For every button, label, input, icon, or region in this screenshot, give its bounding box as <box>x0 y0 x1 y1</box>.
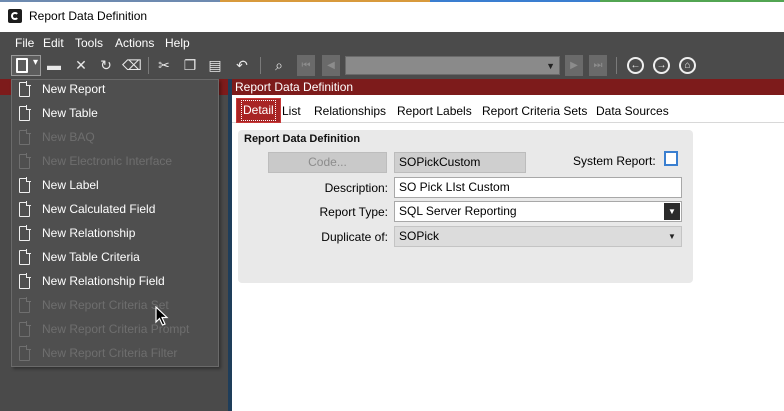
menu-item-new-report-criteria-filter: New Report Criteria Filter <box>12 342 218 366</box>
tab-report-criteria-sets[interactable]: Report Criteria Sets <box>482 104 587 118</box>
menu-item-new-report-criteria-set: New Report Criteria Set <box>12 294 218 318</box>
last-icon[interactable]: ⏭ <box>589 55 607 76</box>
chevron-down-icon[interactable]: ▼ <box>664 203 680 220</box>
report-type-select[interactable]: SQL Server Reporting ▼ <box>394 201 682 222</box>
menu-item-new-report-criteria-prompt: New Report Criteria Prompt <box>12 318 218 342</box>
new-icon <box>16 58 28 73</box>
toolbar-separator <box>260 57 261 74</box>
menu-item-new-calculated-field[interactable]: New Calculated Field <box>12 198 218 222</box>
copy-icon[interactable]: ❐ <box>181 56 199 75</box>
previous-icon[interactable]: ◀ <box>322 55 340 76</box>
tab-relationships[interactable]: Relationships <box>314 104 386 118</box>
tab-detail[interactable]: Detail <box>236 98 281 123</box>
home-icon[interactable]: ⌂ <box>679 57 696 74</box>
system-report-checkbox[interactable] <box>664 151 678 166</box>
report-data-definition-group: Report Data Definition Code... SOPickCus… <box>238 130 693 283</box>
chevron-down-icon: ▾ <box>33 57 39 68</box>
record-navigation-combo[interactable]: ▼ <box>345 56 560 75</box>
tab-report-labels[interactable]: Report Labels <box>397 104 472 118</box>
title-accent-line <box>0 0 784 2</box>
description-label: Description: <box>324 181 388 195</box>
toolbar-separator <box>148 57 149 74</box>
menu-edit[interactable]: Edit <box>43 36 64 50</box>
menu-help[interactable]: Help <box>165 36 190 50</box>
back-icon[interactable]: ← <box>627 57 644 74</box>
duplicate-of-label: Duplicate of: <box>321 230 388 244</box>
new-document-icon <box>19 225 31 241</box>
chevron-down-icon: ▼ <box>546 61 555 71</box>
tab-strip: Detail List Relationships Report Labels … <box>232 95 784 123</box>
menu-actions[interactable]: Actions <box>115 36 154 50</box>
menu-tools[interactable]: Tools <box>75 36 103 50</box>
title-bar: Report Data Definition <box>0 0 784 32</box>
group-title: Report Data Definition <box>244 133 361 145</box>
report-type-value: SQL Server Reporting <box>399 204 517 218</box>
menu-bar: File Edit Tools Actions Help <box>0 32 784 52</box>
menu-item-new-relationship-field[interactable]: New Relationship Field <box>12 270 218 294</box>
detail-panel: Report Data Definition Detail List Relat… <box>232 79 784 411</box>
mouse-cursor-icon <box>155 306 169 326</box>
cut-icon[interactable]: ✂ <box>155 56 173 75</box>
new-document-icon <box>19 297 31 313</box>
paste-icon[interactable]: ▤ <box>206 56 224 75</box>
forward-icon[interactable]: → <box>653 57 670 74</box>
save-icon[interactable]: ▬ <box>45 56 63 75</box>
delete-icon[interactable]: ✕ <box>72 56 90 75</box>
new-document-icon <box>19 345 31 361</box>
clear-icon[interactable]: ⌫ <box>122 56 142 75</box>
menu-item-new-relationship[interactable]: New Relationship <box>12 222 218 246</box>
first-icon[interactable]: ⏮ <box>297 55 315 76</box>
new-button[interactable]: ▾ <box>11 55 41 76</box>
new-document-icon <box>19 321 31 337</box>
toolbar: ▾ ▬ ✕ ↻ ⌫ ✂ ❐ ▤ ↶ ⌕ ⏮ ◀ ▼ ▶ ⏭ ← → ⌂ <box>0 52 784 79</box>
duplicate-of-select[interactable]: SOPick ▼ <box>394 226 682 247</box>
system-report-label: System Report: <box>573 154 656 168</box>
report-type-label: Report Type: <box>319 205 388 219</box>
undo-icon[interactable]: ↶ <box>233 56 251 75</box>
tab-list[interactable]: List <box>282 104 301 118</box>
new-document-icon <box>19 105 31 121</box>
menu-file[interactable]: File <box>15 36 34 50</box>
new-document-icon <box>19 81 31 97</box>
new-document-icon <box>19 273 31 289</box>
menu-item-new-electronic-interface: New Electronic Interface <box>12 150 218 174</box>
new-document-icon <box>19 249 31 265</box>
app-logo-icon <box>8 9 22 23</box>
menu-item-new-table[interactable]: New Table <box>12 102 218 126</box>
new-document-icon <box>19 177 31 193</box>
description-field[interactable]: SO Pick LIst Custom <box>394 177 682 198</box>
new-document-icon <box>19 153 31 169</box>
menu-item-new-label[interactable]: New Label <box>12 174 218 198</box>
search-icon[interactable]: ⌕ <box>269 56 289 75</box>
menu-item-new-baq: New BAQ <box>12 126 218 150</box>
next-icon[interactable]: ▶ <box>565 55 583 76</box>
chevron-down-icon[interactable]: ▼ <box>664 228 680 245</box>
toolbar-separator <box>616 57 617 74</box>
menu-item-new-table-criteria[interactable]: New Table Criteria <box>12 246 218 270</box>
code-field: SOPickCustom <box>394 152 526 173</box>
window-title: Report Data Definition <box>29 9 148 23</box>
code-button: Code... <box>268 152 387 173</box>
duplicate-of-value: SOPick <box>399 229 440 243</box>
tab-data-sources[interactable]: Data Sources <box>596 104 669 118</box>
refresh-icon[interactable]: ↻ <box>97 56 115 75</box>
new-document-icon <box>19 129 31 145</box>
panel-header: Report Data Definition <box>232 79 784 95</box>
new-dropdown-menu: New Report New Table New BAQ New Electro… <box>11 79 219 367</box>
new-document-icon <box>19 201 31 217</box>
menu-item-new-report[interactable]: New Report <box>12 78 218 102</box>
